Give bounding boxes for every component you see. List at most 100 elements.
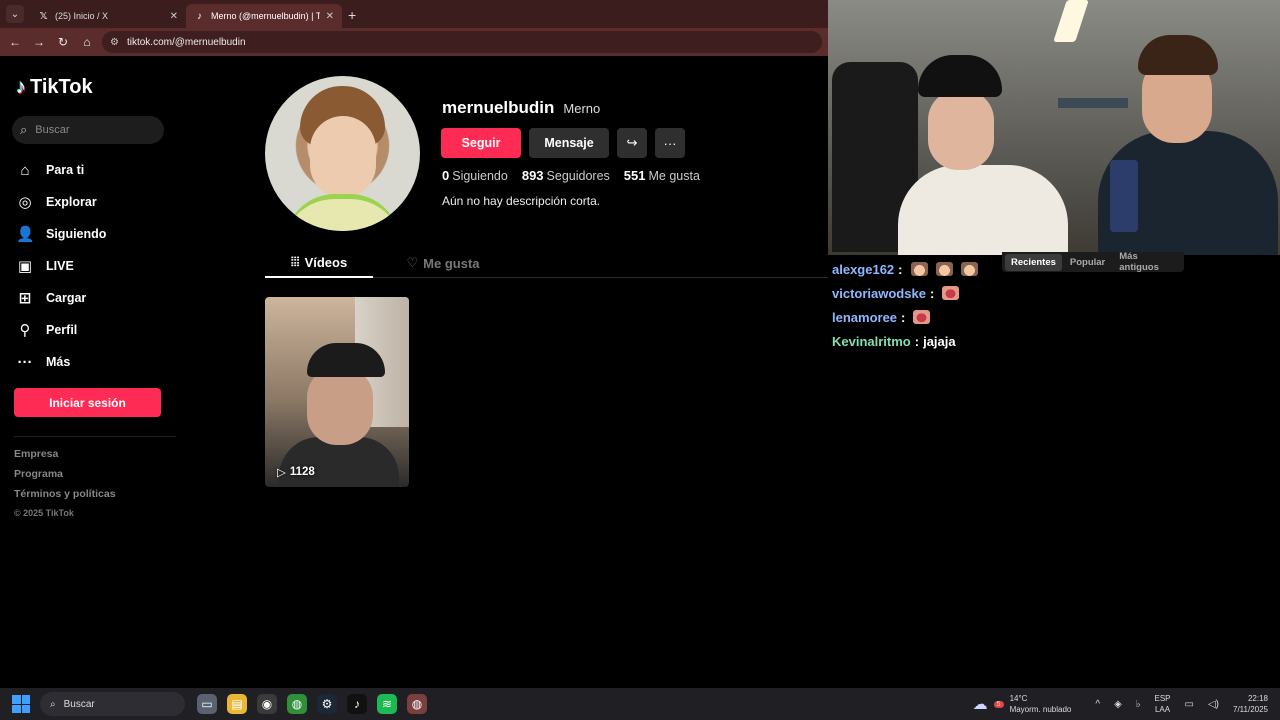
tab-liked[interactable]: ♡ Me gusta: [383, 248, 503, 278]
network-icon[interactable]: ◈: [1114, 699, 1122, 710]
cat-emote-icon: [935, 262, 953, 276]
weather-widget[interactable]: ☁ 5 14°C Mayorm. nublado: [973, 693, 1072, 715]
chat-username: victoriawodske: [832, 285, 926, 301]
user-plus-icon: 👤: [16, 226, 35, 243]
sidebar-item-explorar[interactable]: ◎ Explorar: [16, 186, 166, 218]
reload-icon[interactable]: ↻: [54, 33, 72, 51]
profile-stats: 0 Siguiendo 893 Seguidores 551 Me gusta: [442, 168, 700, 183]
share-icon[interactable]: ↪: [617, 128, 647, 158]
sidebar-item-label: Para ti: [46, 163, 85, 177]
weather-badge: 5: [993, 700, 1004, 708]
chat-text: jajaja: [923, 333, 956, 349]
sidebar-item-perfil[interactable]: ⚲ Perfil: [16, 314, 166, 346]
tiktok-app-icon[interactable]: ♪: [347, 694, 367, 714]
browser-toolbar: ← → ↻ ⌂ ⚙ tiktok.com/@mernuelbudin: [0, 28, 828, 56]
obs-icon[interactable]: ◉: [257, 694, 277, 714]
chat-message: alexge162:: [832, 257, 1272, 281]
back-arrow-icon[interactable]: ←: [6, 33, 24, 51]
sidebar-item-label: Más: [46, 355, 71, 369]
spotify-icon[interactable]: ≋: [377, 694, 397, 714]
clock-time: 22:18: [1247, 694, 1268, 703]
weather-desc: Mayorm. nublado: [1009, 705, 1072, 714]
chevron-up-icon[interactable]: ^: [1095, 699, 1100, 710]
webcam-feed: [828, 0, 1280, 255]
sidebar-item-label: LIVE: [46, 259, 74, 273]
url-text: tiktok.com/@mernuelbudin: [126, 36, 246, 48]
windows-start-icon[interactable]: [12, 695, 30, 713]
likes-stat: 551 Me gusta: [624, 168, 700, 183]
file-explorer-icon[interactable]: ▤: [227, 694, 247, 714]
message-button[interactable]: Mensaje: [529, 128, 609, 158]
following-stat[interactable]: 0 Siguiendo: [442, 168, 508, 183]
sidebar-item-cargar[interactable]: ⊞ Cargar: [16, 282, 166, 314]
browser-tab-tiktok[interactable]: ♪ Merno (@mernuelbudin) | TikTo ✕: [186, 4, 342, 28]
taskbar-search[interactable]: ⌕ Buscar: [40, 692, 185, 716]
new-tab-plus-icon[interactable]: +: [348, 7, 356, 23]
follow-button[interactable]: Seguir: [441, 128, 521, 158]
address-bar[interactable]: ⚙ tiktok.com/@mernuelbudin: [102, 31, 822, 53]
sidebar-nav: ⌂ Para ti ◎ Explorar 👤 Siguiendo ▣ LIVE …: [16, 154, 166, 378]
chat-username: Kevinalritmo: [832, 333, 911, 349]
user-icon: ⚲: [19, 322, 31, 339]
sidebar-item-label: Cargar: [46, 291, 87, 305]
tiktok-logo[interactable]: ♪ TikTok: [16, 76, 93, 99]
cat-emote-icon: [910, 262, 928, 276]
profile-username: mernuelbudin: [442, 98, 555, 117]
clock-date: 7/11/2025: [1233, 705, 1268, 714]
profile-actions: Seguir Mensaje ↪ ···: [441, 128, 685, 158]
sidebar-item-live[interactable]: ▣ LIVE: [16, 250, 166, 282]
home-icon[interactable]: ⌂: [78, 33, 96, 51]
system-tray: ☁ 5 14°C Mayorm. nublado ^ ◈ ♭ ESP LAA ▭…: [973, 688, 1280, 720]
sidebar-item-para-ti[interactable]: ⌂ Para ti: [16, 154, 166, 186]
chrome-icon[interactable]: ◍: [287, 694, 307, 714]
tab-label: Me gusta: [423, 255, 480, 271]
display-icon[interactable]: ▭: [1185, 699, 1194, 710]
sidebar-footer: Empresa Programa Términos y políticas © …: [14, 448, 116, 524]
more-options-icon[interactable]: ···: [655, 128, 685, 158]
search-placeholder: Buscar: [35, 124, 70, 136]
taskbar-apps: ▭ ▤ ◉ ◍ ⚙ ♪ ≋ ◍: [197, 694, 427, 714]
microphone-icon[interactable]: ♭: [1136, 699, 1141, 710]
forward-arrow-icon[interactable]: →: [30, 33, 48, 51]
close-icon[interactable]: ✕: [326, 11, 334, 22]
view-count-text: 1128: [289, 466, 315, 478]
footer-link-programa[interactable]: Programa: [14, 468, 116, 488]
login-button[interactable]: Iniciar sesión: [14, 388, 161, 417]
volume-icon[interactable]: ◁): [1208, 699, 1219, 710]
sidebar-item-mas[interactable]: ··· Más: [16, 346, 166, 378]
video-thumbnail[interactable]: ▷ 1128: [265, 297, 409, 487]
followers-stat[interactable]: 893 Seguidores: [522, 168, 610, 183]
sidebar-item-siguiendo[interactable]: 👤 Siguiendo: [16, 218, 166, 250]
close-icon[interactable]: ✕: [170, 11, 178, 22]
home-icon: ⌂: [20, 161, 30, 179]
browser-tab-x[interactable]: 𝕏 (25) Inicio / X ✕: [30, 4, 186, 28]
language-indicator[interactable]: ESP LAA: [1155, 693, 1171, 715]
chat-message: lenamoree:: [832, 305, 1272, 329]
grid-icon: ⦙⦙⦙: [290, 254, 300, 269]
logo-text: TikTok: [30, 76, 93, 98]
following-count: 0: [442, 168, 450, 183]
chat-username: alexge162: [832, 261, 895, 277]
steam-icon[interactable]: ⚙: [317, 694, 337, 714]
profile-nickname: Merno: [563, 101, 601, 116]
task-view-icon[interactable]: ▭: [197, 694, 217, 714]
tab-label: Vídeos: [304, 254, 348, 270]
site-info-icon[interactable]: ⚙: [110, 37, 119, 48]
sidebar-item-label: Explorar: [46, 195, 97, 209]
tab-title: (25) Inicio / X: [55, 11, 109, 21]
view-count: ▷ 1128: [277, 465, 315, 479]
chrome-active-icon[interactable]: ◍: [407, 694, 427, 714]
footer-link-empresa[interactable]: Empresa: [14, 448, 116, 468]
likes-count: 551: [623, 168, 646, 183]
tab-videos[interactable]: ⦙⦙⦙ Vídeos: [265, 248, 373, 278]
clock[interactable]: 22:18 7/11/2025: [1233, 693, 1268, 715]
x-logo-icon: 𝕏: [39, 10, 48, 22]
sidebar-item-label: Siguiendo: [46, 227, 107, 241]
following-label: Siguiendo: [452, 169, 508, 183]
search-input[interactable]: ⌕ Buscar: [12, 116, 164, 144]
tab-search-chevron-icon[interactable]: ⌄: [6, 5, 24, 23]
taskbar-search-label: Buscar: [63, 698, 95, 710]
play-icon: ▷: [277, 467, 286, 479]
footer-link-terminos[interactable]: Términos y políticas: [14, 488, 116, 508]
sidebar-divider: [14, 436, 176, 437]
